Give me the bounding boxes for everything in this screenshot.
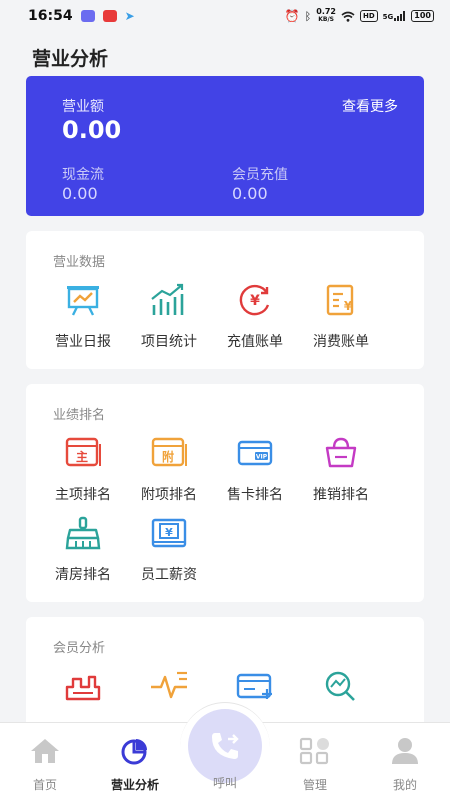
hd-badge: HD	[360, 10, 378, 22]
page-title: 营业分析	[32, 48, 109, 70]
vip-glyph: VIP	[256, 454, 268, 461]
status-left: 16:54 ➤	[28, 8, 135, 24]
status-right: ⏰ ᛒ 0.72 KB/S HD 5G 100	[285, 8, 434, 24]
status-time: 16:54	[28, 8, 73, 24]
svg-text:¥: ¥	[344, 299, 353, 313]
signal-label: 5G	[382, 13, 394, 21]
nav-call-button[interactable]	[188, 709, 262, 783]
addon-item-card-icon: 附	[151, 437, 187, 467]
revenue-card: 营业额 0.00 查看更多 现金流 0.00 会员充值 0.00	[26, 76, 424, 216]
wifi-icon	[341, 11, 355, 22]
promotion-ranking[interactable]: 推销排名	[298, 436, 384, 504]
recharge-bill-label: 充值账单	[227, 334, 283, 350]
consumption-bill[interactable]: ¥ 消费账单	[298, 283, 384, 351]
addon-item-ranking[interactable]: 附 附项排名	[126, 436, 212, 504]
salary-yen-icon: ¥	[151, 518, 187, 548]
revenue-value: 0.00	[62, 116, 122, 144]
nav-home[interactable]: 首页	[0, 737, 90, 793]
svg-text:¥: ¥	[165, 526, 173, 539]
nav-mine[interactable]: 我的	[360, 737, 450, 793]
card-sales-ranking-label: 售卡排名	[227, 487, 283, 503]
member-recharge-label: 会员充值	[232, 167, 288, 183]
presentation-board-icon	[67, 286, 99, 316]
member-growth-icon	[65, 675, 101, 701]
play-app-icon: ➤	[124, 9, 135, 23]
pulse-trend-icon	[151, 671, 187, 699]
revenue-label: 营业额	[62, 99, 104, 115]
cashflow-value: 0.00	[62, 184, 98, 203]
member-analysis-item-1[interactable]	[40, 669, 126, 703]
addon-item-glyph: 附	[162, 449, 174, 464]
performance-ranking-title: 业绩排名	[53, 408, 106, 423]
alarm-icon: ⏰	[284, 9, 300, 23]
business-data-panel: 营业数据 营业日报 项目统计 ¥ 充值账单 ¥ 消费账单	[26, 231, 424, 369]
nav-call-label: 呼叫	[212, 776, 237, 790]
nav-manage[interactable]: 管理	[270, 737, 360, 793]
main-item-ranking-label: 主项排名	[55, 487, 111, 503]
performance-ranking-panel: 业绩排名 主 主项排名 附 附项排名 VIP 售卡排名 推销排名 清房排名 ¥ …	[26, 384, 424, 602]
consumption-bill-label: 消费账单	[313, 334, 369, 350]
home-icon	[31, 739, 59, 763]
nav-manage-label: 管理	[302, 778, 327, 792]
member-card-add-icon	[236, 673, 272, 699]
net-speed: 0.72 KB/S	[316, 8, 336, 24]
nav-home-label: 首页	[32, 778, 57, 792]
svg-text:¥: ¥	[250, 293, 260, 309]
yen-document-icon: ¥	[326, 284, 354, 316]
promotion-ranking-label: 推销排名	[313, 487, 369, 503]
video-app-icon	[102, 10, 117, 22]
nav-mine-label: 我的	[392, 778, 417, 792]
main-item-glyph: 主	[76, 449, 88, 464]
phone-call-icon	[212, 733, 239, 759]
status-bar: 16:54 ➤ ⏰ ᛒ 0.72 KB/S HD 5G 100	[0, 0, 450, 32]
business-daily-report-label: 营业日报	[55, 334, 111, 350]
bar-chart-trend-icon	[151, 283, 184, 315]
yen-refresh-icon: ¥	[239, 284, 270, 316]
net-speed-unit: KB/S	[318, 16, 334, 23]
view-more-link[interactable]: 查看更多	[342, 96, 398, 116]
member-analysis-item-2[interactable]	[126, 669, 212, 703]
recharge-bill[interactable]: ¥ 充值账单	[212, 283, 298, 351]
shopping-basket-icon	[325, 437, 357, 468]
addon-item-ranking-label: 附项排名	[141, 487, 197, 503]
nav-business-analysis-label: 营业分析	[110, 778, 159, 792]
project-statistics-label: 项目统计	[141, 334, 197, 350]
user-profile-icon	[392, 738, 418, 764]
net-speed-value: 0.72	[316, 7, 336, 16]
staff-salary[interactable]: ¥ 员工薪资	[126, 516, 212, 584]
nav-business-analysis[interactable]: 营业分析	[90, 737, 180, 793]
search-trend-icon	[325, 671, 355, 701]
card-sales-ranking[interactable]: VIP 售卡排名	[212, 436, 298, 504]
room-cleaning-ranking[interactable]: 清房排名	[40, 516, 126, 584]
grid-manage-icon	[299, 737, 329, 765]
cleaning-broom-icon	[65, 516, 101, 550]
room-cleaning-ranking-label: 清房排名	[55, 567, 111, 583]
battery-indicator: 100	[411, 10, 434, 22]
member-analysis-item-4[interactable]	[298, 669, 384, 703]
member-analysis-item-3[interactable]	[212, 669, 298, 703]
bluetooth-icon: ᛒ	[304, 9, 312, 23]
staff-salary-label: 员工薪资	[141, 567, 197, 583]
cashflow-label: 现金流	[62, 167, 104, 183]
member-analysis-title: 会员分析	[53, 641, 106, 656]
member-recharge-value: 0.00	[232, 184, 268, 203]
signal-icon: 5G	[383, 11, 407, 21]
business-daily-report[interactable]: 营业日报	[40, 283, 126, 351]
main-item-card-icon: 主	[65, 437, 101, 467]
pie-chart-icon	[121, 739, 147, 765]
project-statistics[interactable]: 项目统计	[126, 283, 212, 351]
main-item-ranking[interactable]: 主 主项排名	[40, 436, 126, 504]
vip-card-icon: VIP	[237, 440, 273, 466]
business-data-title: 营业数据	[53, 255, 106, 270]
message-app-icon	[80, 10, 95, 22]
